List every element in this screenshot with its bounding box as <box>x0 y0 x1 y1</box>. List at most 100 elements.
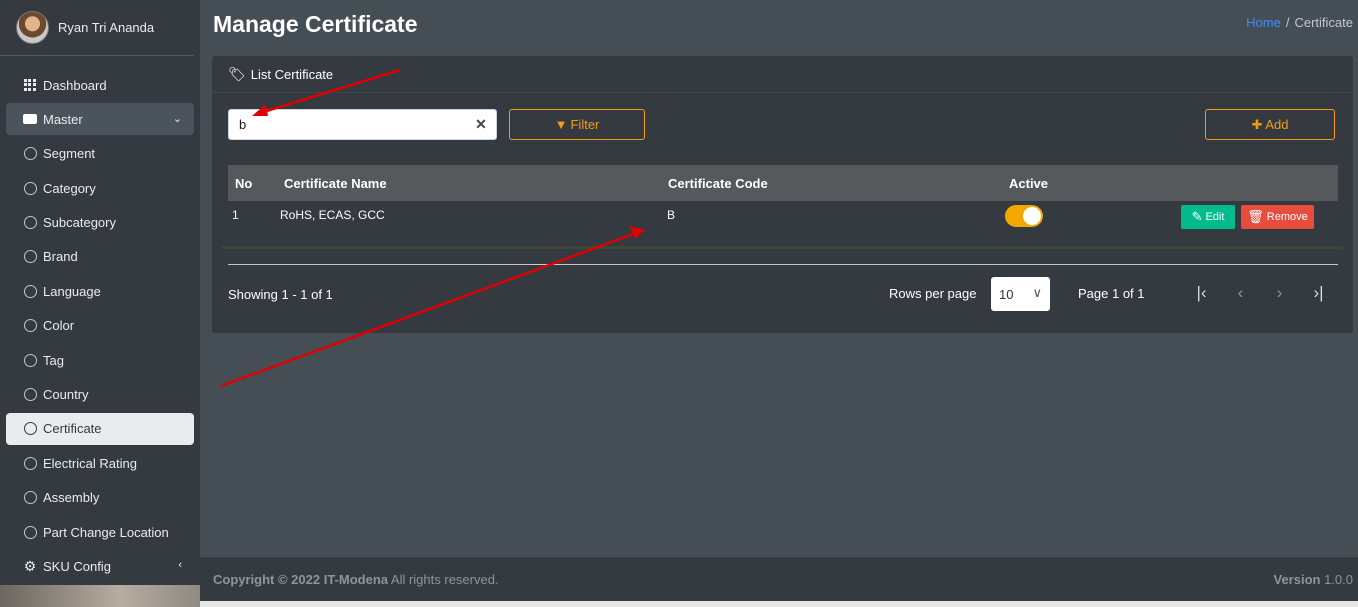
rows-per-page-select[interactable]: 10 ∨ <box>991 277 1050 311</box>
tags-icon: 🏷 <box>228 65 246 82</box>
previous-page-icon[interactable]: ‹ <box>1221 283 1260 303</box>
sidebar-item-label: Assembly <box>43 490 100 506</box>
circle-icon <box>23 353 37 367</box>
filter-icon: ▼ <box>554 117 568 132</box>
sidebar-item-dashboard[interactable]: Dashboard <box>6 69 194 101</box>
certificate-table: No Certificate Name Certificate Code Act… <box>228 165 1338 245</box>
breadcrumb: Home / Certificate <box>1246 15 1353 30</box>
pagination-divider <box>228 264 1338 265</box>
sidebar-item-segment[interactable]: Segment <box>6 138 194 170</box>
chevron-down-icon: ⌄ <box>172 113 182 126</box>
breadcrumb-current: Certificate <box>1294 15 1353 30</box>
footer-copyright: Copyright © 2022 IT-Modena All rights re… <box>213 572 499 587</box>
desktop-background-strip <box>0 585 200 607</box>
filter-button-label: Filter <box>570 117 600 132</box>
edit-button-label: Edit <box>1205 211 1225 223</box>
sidebar-item-label: Color <box>43 318 75 334</box>
showing-count: Showing 1 - 1 of 1 <box>228 287 333 302</box>
sidebar-item-label: SKU Config <box>43 558 111 574</box>
footer: Copyright © 2022 IT-Modena All rights re… <box>200 556 1358 601</box>
search-input[interactable] <box>229 111 467 138</box>
card-title: List Certificate <box>250 66 334 82</box>
taskbar-strip <box>200 601 1358 607</box>
circle-icon <box>23 319 37 333</box>
first-page-icon[interactable]: |‹ <box>1182 283 1221 303</box>
pager: |‹ ‹ › ›| <box>1182 283 1338 303</box>
circle-icon <box>23 388 37 402</box>
remove-button-label: Remove <box>1266 211 1308 223</box>
sidebar-item-label: Brand <box>43 249 78 265</box>
table-row: 1 RoHS, ECAS, GCC B ✎ Edit 🗑 Remove <box>228 201 1338 245</box>
grid-icon <box>23 78 37 92</box>
add-button-label: Add <box>1265 117 1289 132</box>
sidebar-item-subcategory[interactable]: Subcategory <box>6 207 194 239</box>
user-panel[interactable]: Ryan Tri Ananda <box>0 0 194 56</box>
chevron-left-icon: ‹ <box>178 559 182 572</box>
sidebar-item-language[interactable]: Language <box>6 275 194 307</box>
sidebar-item-label: Master <box>43 111 83 127</box>
circle-icon <box>23 525 37 539</box>
sidebar-item-country[interactable]: Country <box>6 379 194 411</box>
breadcrumb-home-link[interactable]: Home <box>1246 15 1281 30</box>
circle-icon <box>23 250 37 264</box>
sidebar-item-tag[interactable]: Tag <box>6 344 194 376</box>
sidebar: Ryan Tri Ananda Dashboard Master ⌄ Segme… <box>0 0 200 607</box>
circle-icon <box>23 422 37 436</box>
sidebar-item-electrical-rating[interactable]: Electrical Rating <box>6 447 194 479</box>
certificate-card: 🏷 List Certificate ✕ ▼ Filter ✚ Add No C… <box>212 56 1353 333</box>
sidebar-item-label: Country <box>43 387 89 403</box>
sidebar-item-part-change-location[interactable]: Part Change Location <box>6 516 194 548</box>
edit-button[interactable]: ✎ Edit <box>1181 205 1235 229</box>
sidebar-item-brand[interactable]: Brand <box>6 241 194 273</box>
circle-icon <box>23 284 37 298</box>
sidebar-item-assembly[interactable]: Assembly <box>6 482 194 514</box>
sidebar-item-color[interactable]: Color <box>6 310 194 342</box>
page-info: Page 1 of 1 <box>1078 286 1145 301</box>
row-actions: ✎ Edit 🗑 Remove <box>1181 205 1314 229</box>
remove-button[interactable]: 🗑 Remove <box>1241 205 1314 229</box>
cell-no: 1 <box>232 208 239 222</box>
next-page-icon[interactable]: › <box>1260 283 1299 303</box>
sidebar-item-label: Subcategory <box>43 215 116 231</box>
sidebar-item-label: Category <box>43 180 96 196</box>
avatar <box>16 11 49 44</box>
column-header-no[interactable]: No <box>228 176 280 191</box>
circle-icon <box>23 456 37 470</box>
active-toggle[interactable] <box>1005 205 1043 227</box>
page-title: Manage Certificate <box>213 11 418 37</box>
table-divider <box>222 246 1343 249</box>
circle-icon <box>23 216 37 230</box>
clear-search-icon[interactable]: ✕ <box>467 116 495 133</box>
breadcrumb-separator: / <box>1285 15 1290 30</box>
cell-active <box>1005 205 1155 227</box>
sidebar-nav: Dashboard Master ⌄ Segment Category Subc… <box>6 69 194 585</box>
sidebar-item-certificate[interactable]: Certificate <box>6 412 194 445</box>
sidebar-item-sku-config[interactable]: ⚙ SKU Config ‹ <box>6 550 194 582</box>
sidebar-item-label: Dashboard <box>43 77 107 93</box>
cell-certificate-name: RoHS, ECAS, GCC <box>280 208 385 222</box>
add-button[interactable]: ✚ Add <box>1205 109 1335 140</box>
cell-certificate-code: B <box>667 208 676 222</box>
plus-icon: ✚ <box>1251 116 1263 132</box>
column-header-name[interactable]: Certificate Name <box>280 176 650 191</box>
column-header-active[interactable]: Active <box>1005 176 1155 191</box>
sidebar-item-label: Certificate <box>43 421 102 437</box>
circle-icon <box>23 147 37 161</box>
sidebar-item-label: Tag <box>43 352 64 368</box>
user-name: Ryan Tri Ananda <box>58 20 155 35</box>
footer-version: Version 1.0.0 <box>1273 572 1353 587</box>
rights-text: All rights reserved. <box>390 571 499 587</box>
version-label: Version <box>1273 571 1321 587</box>
card-header: 🏷 List Certificate <box>212 56 1353 93</box>
filter-button[interactable]: ▼ Filter <box>509 109 645 140</box>
drive-icon <box>23 112 37 126</box>
sidebar-item-category[interactable]: Category <box>6 172 194 204</box>
copyright-text: Copyright © 2022 IT-Modena <box>213 571 388 587</box>
column-header-code[interactable]: Certificate Code <box>650 176 1005 191</box>
rows-per-page-value: 10 <box>999 286 1014 302</box>
gear-icon: ⚙ <box>23 557 37 574</box>
chevron-down-icon: ∨ <box>1032 285 1042 300</box>
sidebar-item-master[interactable]: Master ⌄ <box>6 103 194 136</box>
sidebar-item-label: Language <box>43 283 101 299</box>
last-page-icon[interactable]: ›| <box>1299 283 1338 303</box>
